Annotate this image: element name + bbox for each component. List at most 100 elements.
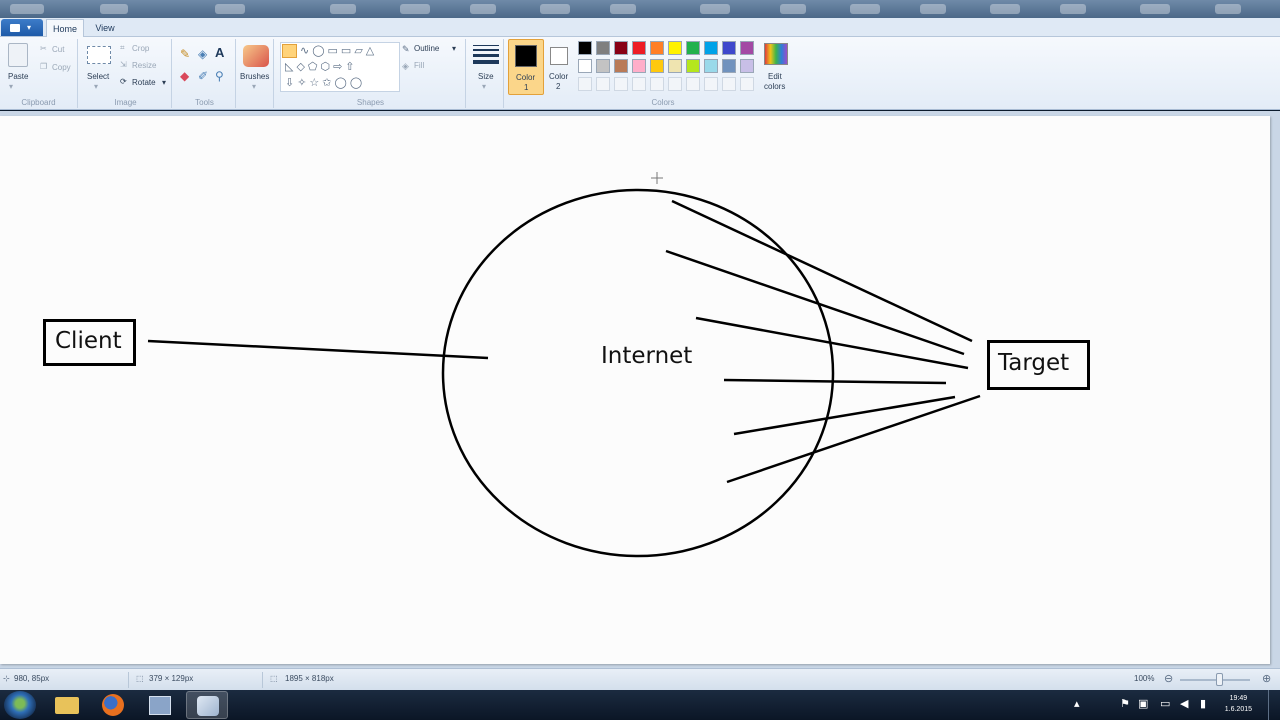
rotate-button[interactable]: Rotate [132, 78, 156, 87]
paste-icon[interactable] [8, 43, 28, 67]
shapes-row-icons: ⇩✧☆✩◯◯ [285, 77, 366, 89]
paste-button[interactable]: Paste [8, 72, 28, 81]
clock[interactable]: 19:49 1.6.2015 [1225, 693, 1252, 715]
taskbar-app[interactable] [139, 691, 181, 719]
tab-home[interactable]: Home [46, 19, 84, 37]
color-swatch[interactable] [722, 41, 736, 55]
rotate-icon: ⟳ [120, 77, 127, 86]
color-swatch[interactable] [704, 41, 718, 55]
brush-icon[interactable] [243, 45, 269, 67]
outline-button[interactable]: Outline [414, 44, 439, 53]
tray-chevron-icon[interactable]: ▴ [1074, 698, 1080, 709]
taskbar: ▴ ⚑ ▣ ▭ ◀ ▮ 19:49 1.6.2015 [0, 690, 1280, 720]
color1-swatch [515, 45, 537, 67]
target-link-line [723, 378, 947, 385]
show-desktop-button[interactable] [1268, 690, 1280, 720]
image-size-icon: ⬚ [270, 674, 278, 683]
color-swatch[interactable] [686, 41, 700, 55]
chevron-down-icon: ▾ [27, 23, 32, 32]
custom-color-slot[interactable] [686, 77, 700, 91]
status-bar: ⊹ 980, 85px ⬚ 379 × 129px ⬚ 1895 × 818px… [0, 668, 1280, 690]
target-link-line [671, 199, 973, 343]
select-button[interactable]: Select [87, 72, 109, 81]
color-swatch[interactable] [632, 59, 646, 73]
zoom-slider-track[interactable] [1180, 679, 1250, 681]
size-icon[interactable] [473, 45, 499, 67]
size-button[interactable]: Size [478, 72, 494, 81]
zoom-slider-thumb[interactable] [1216, 673, 1223, 686]
folder-icon [55, 697, 79, 714]
zoom-level: 100% [1134, 674, 1155, 683]
pencil-icon[interactable]: ✎ [180, 47, 190, 61]
eraser-icon[interactable]: ◆ [180, 69, 189, 83]
color-picker-icon[interactable]: ✐ [198, 69, 208, 83]
taskbar-firefox[interactable] [93, 691, 135, 719]
color-swatch[interactable] [578, 59, 592, 73]
custom-color-slot[interactable] [668, 77, 682, 91]
custom-color-slot[interactable] [650, 77, 664, 91]
color-swatch[interactable] [650, 59, 664, 73]
edit-colors-label[interactable]: Edit [768, 72, 782, 81]
drawing-canvas[interactable]: Client Internet Target [0, 116, 1270, 664]
custom-color-slot[interactable] [722, 77, 736, 91]
tray-network-icon[interactable]: ▮ [1200, 698, 1206, 709]
edit-colors-icon[interactable] [764, 43, 788, 65]
taskbar-paint[interactable] [186, 691, 228, 719]
color-swatch[interactable] [650, 41, 664, 55]
tray-app-icon[interactable]: ▣ [1138, 698, 1148, 709]
copy-button[interactable]: Copy [52, 63, 71, 72]
chevron-down-icon: ▾ [94, 82, 99, 91]
cut-button[interactable]: Cut [52, 45, 64, 54]
custom-color-slot[interactable] [596, 77, 610, 91]
group-label: Shapes [356, 98, 385, 107]
resize-icon: ⇲ [120, 60, 127, 69]
zoom-in-icon[interactable]: ⊕ [1262, 672, 1271, 685]
tab-view[interactable]: View [88, 19, 122, 37]
custom-color-slot[interactable] [740, 77, 754, 91]
tray-display-icon[interactable]: ▭ [1160, 698, 1170, 709]
start-button[interactable] [4, 691, 36, 719]
shapes-gallery[interactable]: ∿◯▭▭▱△ ◺◇⬠⬡⇨⇧ ⇩✧☆✩◯◯ [280, 42, 400, 92]
color-swatch[interactable] [596, 41, 610, 55]
tools-group: ✎ ◈ A ◆ ✐ ⚲ Tools [174, 39, 236, 108]
color-swatch[interactable] [740, 41, 754, 55]
color-swatch[interactable] [686, 59, 700, 73]
color-swatch[interactable] [704, 59, 718, 73]
edit-colors-label2[interactable]: colors [764, 82, 785, 91]
color1-button[interactable]: Color 1 [508, 39, 544, 95]
text-icon[interactable]: A [215, 45, 224, 60]
color-swatch[interactable] [632, 41, 646, 55]
color2-button[interactable]: Color 2 [544, 39, 576, 95]
tray-flag-icon[interactable]: ⚑ [1120, 698, 1130, 709]
color-swatch[interactable] [578, 41, 592, 55]
custom-color-slot[interactable] [614, 77, 628, 91]
zoom-out-icon[interactable]: ⊖ [1164, 672, 1173, 685]
resize-button[interactable]: Resize [132, 61, 156, 70]
custom-color-slot[interactable] [632, 77, 646, 91]
fill-button[interactable]: Fill [414, 61, 424, 70]
color2-label: Color [549, 72, 569, 81]
select-icon[interactable] [87, 46, 111, 64]
tray-volume-icon[interactable]: ◀ [1180, 698, 1188, 709]
custom-color-slot[interactable] [578, 77, 592, 91]
client-link-line [147, 339, 489, 360]
color2-swatch [550, 47, 568, 65]
color-swatch[interactable] [596, 59, 610, 73]
brushes-button[interactable]: Brushes [240, 72, 269, 81]
crop-button[interactable]: Crop [132, 44, 149, 53]
internet-circle [441, 188, 835, 558]
color-swatch[interactable] [614, 41, 628, 55]
color-swatch[interactable] [668, 59, 682, 73]
line-shape-icon[interactable] [282, 44, 297, 58]
color-swatch[interactable] [740, 59, 754, 73]
color-swatch[interactable] [668, 41, 682, 55]
fill-icon[interactable]: ◈ [198, 47, 207, 61]
crop-icon: ⌗ [120, 43, 125, 52]
custom-color-slot[interactable] [704, 77, 718, 91]
taskbar-explorer[interactable] [46, 691, 88, 719]
color-swatch[interactable] [614, 59, 628, 73]
app-icon [149, 696, 171, 715]
magnifier-icon[interactable]: ⚲ [215, 69, 224, 83]
color-swatch[interactable] [722, 59, 736, 73]
paint-menu-button[interactable]: ▾ [1, 19, 43, 36]
